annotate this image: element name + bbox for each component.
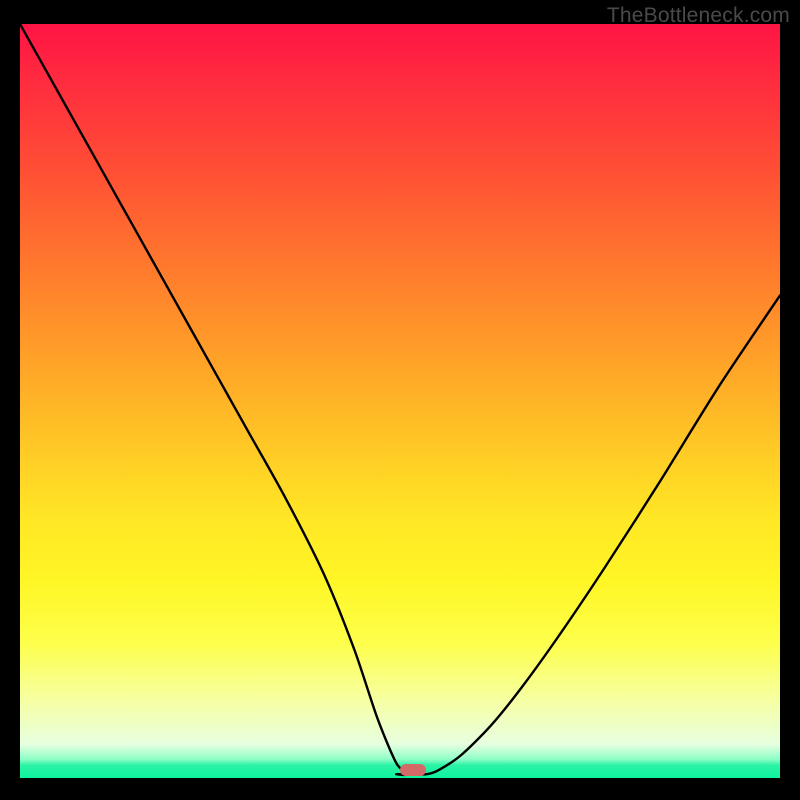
curve-path (20, 24, 780, 775)
chart-frame: TheBottleneck.com (0, 0, 800, 800)
watermark-text: TheBottleneck.com (607, 4, 790, 28)
plot-area (20, 24, 780, 778)
optimal-marker (400, 764, 426, 776)
bottleneck-curve (20, 24, 780, 778)
